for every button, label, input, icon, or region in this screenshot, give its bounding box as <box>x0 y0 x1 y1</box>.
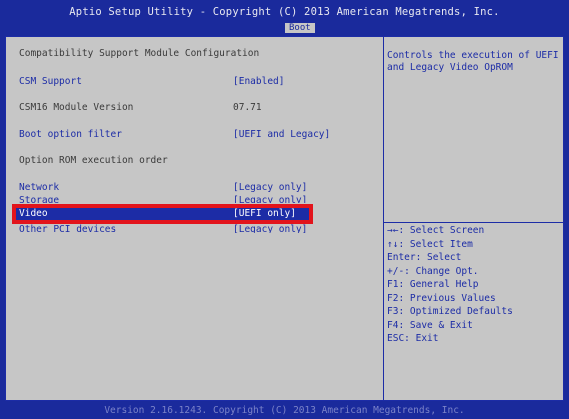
app-title: Aptio Setup Utility - Copyright (C) 2013… <box>69 6 500 18</box>
network-label[interactable]: Network <box>19 182 59 194</box>
csm-support-value[interactable]: [Enabled] <box>233 76 284 88</box>
tab-boot[interactable]: Boot <box>285 23 315 33</box>
storage-label[interactable]: Storage <box>19 195 59 203</box>
csm16-version-label: CSM16 Module Version <box>19 102 134 113</box>
help-text: Controls the execution of UEFI and Legac… <box>387 50 559 73</box>
key-save-exit: F4: Save & Exit <box>387 319 473 331</box>
csm16-version-value: 07.71 <box>233 102 262 113</box>
key-select-item: ↑↓: Select Item <box>387 238 473 250</box>
csm-support-label[interactable]: CSM Support <box>19 76 82 88</box>
rom-order-heading: Option ROM execution order <box>19 155 168 166</box>
key-enter: Enter: Select <box>387 252 462 263</box>
vertical-divider <box>383 36 384 401</box>
network-value[interactable]: [Legacy only] <box>233 182 307 194</box>
key-select-screen: →←: Select Screen <box>387 225 485 236</box>
key-legend: →←: Select Screen ↑↓: Select Item Enter:… <box>387 224 562 346</box>
key-optimized-defaults: F3: Optimized Defaults <box>387 306 513 317</box>
other-pci-label[interactable]: Other PCI devices <box>19 224 116 233</box>
help-divider <box>384 222 563 223</box>
version-footer: Version 2.16.1243. Copyright (C) 2013 Am… <box>0 402 569 419</box>
key-change-opt: +/-: Change Opt. <box>387 265 479 277</box>
title-bar: Aptio Setup Utility - Copyright (C) 2013… <box>0 0 569 33</box>
section-title: Compatibility Support Module Configurati… <box>19 48 260 59</box>
key-previous-values: F2: Previous Values <box>387 292 496 304</box>
other-pci-value[interactable]: [Legacy only] <box>233 224 307 233</box>
storage-value[interactable]: [Legacy only] <box>233 195 307 203</box>
boot-filter-label[interactable]: Boot option filter <box>19 129 122 141</box>
key-general-help: F1: General Help <box>387 279 479 290</box>
boot-filter-value[interactable]: [UEFI and Legacy] <box>233 129 330 141</box>
key-esc-exit: ESC: Exit <box>387 333 439 344</box>
red-highlight-box <box>12 204 313 224</box>
